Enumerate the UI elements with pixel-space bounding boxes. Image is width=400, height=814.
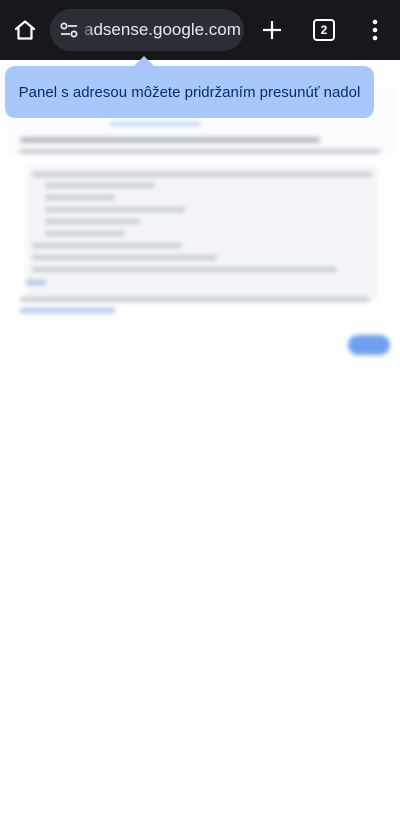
blurred-line — [20, 149, 380, 154]
new-tab-button[interactable] — [252, 10, 292, 50]
tooltip-arrow — [134, 56, 154, 66]
blurred-line — [32, 243, 182, 248]
address-bar-tooltip[interactable]: Panel s adresou môžete pridržaním presun… — [5, 66, 374, 118]
home-button[interactable] — [5, 10, 45, 50]
blurred-line — [45, 231, 125, 236]
blurred-link — [26, 280, 46, 285]
active-tab-indicator — [110, 123, 200, 125]
tab-switcher-button[interactable]: 2 — [304, 10, 344, 50]
tooltip-text: Panel s adresou môžete pridržaním presun… — [18, 83, 361, 101]
blurred-link — [20, 308, 115, 313]
blurred-line — [45, 195, 115, 200]
site-settings-button[interactable] — [56, 17, 82, 43]
page-content — [0, 60, 400, 814]
tune-icon — [60, 22, 78, 38]
plus-icon — [263, 21, 281, 39]
address-bar[interactable]: adsense.google.com — [50, 9, 244, 51]
blurred-line — [45, 207, 185, 212]
home-icon — [14, 20, 36, 40]
blurred-button — [348, 335, 390, 355]
browser-toolbar: adsense.google.com 2 — [0, 0, 400, 60]
blurred-line — [45, 183, 155, 188]
blurred-line — [32, 172, 372, 177]
blurred-line — [45, 219, 140, 224]
blurred-heading — [20, 137, 320, 143]
menu-button[interactable] — [355, 10, 395, 50]
tab-count: 2 — [313, 19, 335, 41]
blurred-line — [20, 297, 370, 302]
blurred-line — [32, 255, 217, 260]
blurred-line — [32, 267, 337, 272]
url-text: adsense.google.com — [84, 20, 241, 39]
more-vert-icon — [372, 19, 378, 41]
